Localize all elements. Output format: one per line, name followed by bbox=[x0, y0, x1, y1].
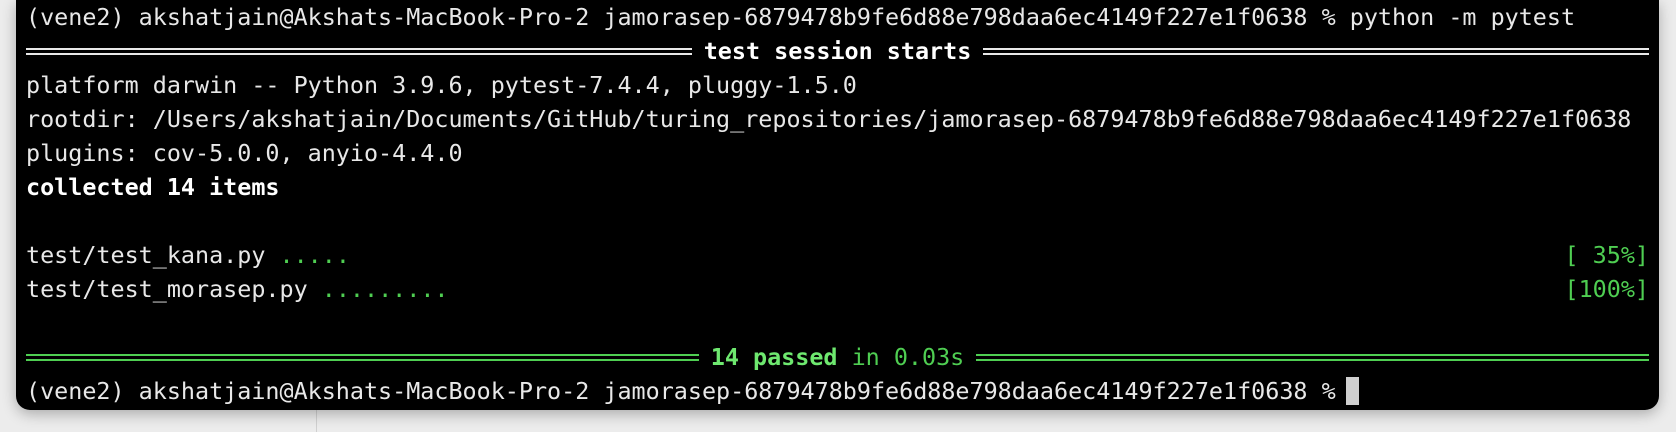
session-summary-separator: 14 passed in 0.03s bbox=[26, 340, 1650, 374]
summary-label: 14 passed in 0.03s bbox=[699, 340, 977, 374]
text-cursor bbox=[1345, 377, 1359, 405]
summary-passed: 14 passed bbox=[710, 343, 838, 371]
session-start-separator: test session starts bbox=[26, 34, 1650, 68]
test-progress: [100%] bbox=[1564, 275, 1650, 303]
plugins-line: plugins: cov-5.0.0, anyio-4.4.0 bbox=[26, 139, 463, 167]
separator-rule-left bbox=[26, 47, 692, 55]
test-progress: [ 35%] bbox=[1564, 241, 1650, 269]
prompt-text: (vene2) akshatjain@Akshats-MacBook-Pro-2… bbox=[26, 377, 1336, 405]
separator-rule-left bbox=[26, 353, 699, 361]
command-line: (vene2) akshatjain@Akshats-MacBook-Pro-2… bbox=[26, 3, 1576, 31]
test-pass-dots: ..... bbox=[279, 241, 350, 269]
test-pass-dots: ......... bbox=[321, 275, 449, 303]
test-result-line: test/test_morasep.py ......... [100%] bbox=[26, 272, 1649, 306]
prompt-line[interactable]: (vene2) akshatjain@Akshats-MacBook-Pro-2… bbox=[26, 374, 1649, 408]
summary-duration: in 0.03s bbox=[851, 343, 965, 371]
test-file-name: test/test_kana.py bbox=[26, 241, 266, 269]
platform-line: platform darwin -- Python 3.9.6, pytest-… bbox=[26, 71, 857, 99]
separator-rule-right bbox=[983, 47, 1650, 55]
rootdir-line: rootdir: /Users/akshatjain/Documents/Git… bbox=[26, 105, 1632, 133]
test-file-name: test/test_morasep.py bbox=[26, 275, 308, 303]
separator-rule-right bbox=[976, 353, 1650, 361]
terminal-window[interactable]: (vene2) akshatjain@Akshats-MacBook-Pro-2… bbox=[16, 0, 1659, 410]
collected-line: collected 14 items bbox=[26, 173, 280, 201]
session-header: test session starts bbox=[703, 37, 972, 65]
terminal-output[interactable]: (vene2) akshatjain@Akshats-MacBook-Pro-2… bbox=[26, 0, 1650, 408]
test-file-entry: test/test_morasep.py ......... bbox=[26, 272, 449, 306]
test-file-entry: test/test_kana.py ..... bbox=[26, 238, 350, 272]
test-result-line: test/test_kana.py ..... [ 35%] bbox=[26, 238, 1649, 272]
